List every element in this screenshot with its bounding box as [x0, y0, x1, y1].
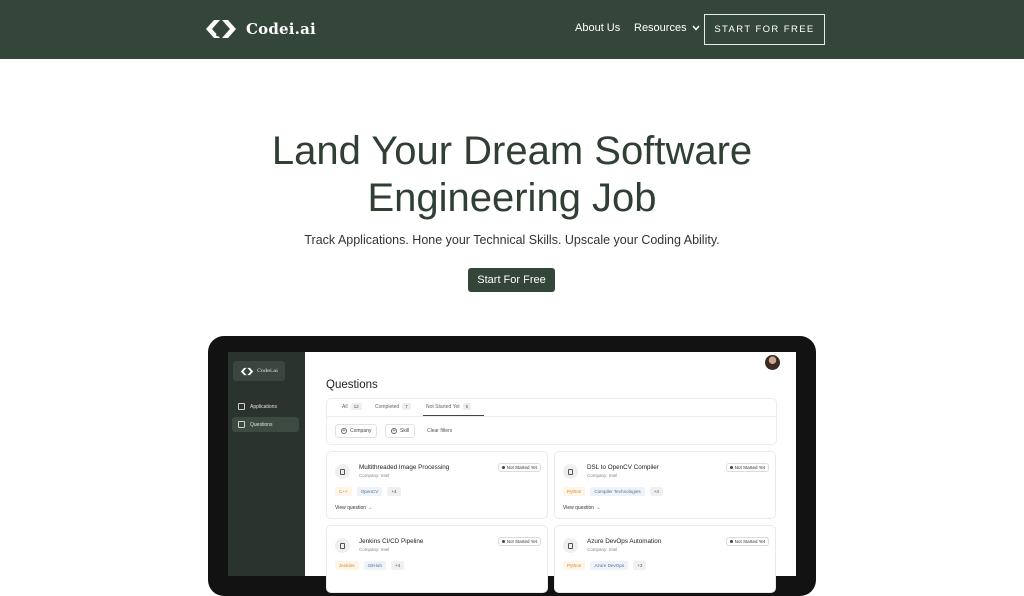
- tab-label: Completed: [375, 403, 400, 410]
- document-icon: [563, 538, 578, 553]
- brand-logo[interactable]: Codei.ai: [204, 18, 316, 40]
- question-card[interactable]: Multithreaded Image Processing Company: …: [326, 451, 548, 519]
- status-label: Not Started Yet: [506, 465, 537, 470]
- hero-title-line-2: Engineering Job: [367, 176, 657, 220]
- status-label: Not Started Yet: [506, 539, 537, 544]
- filter-label: Company: [350, 428, 372, 434]
- tag-more: +3: [633, 561, 647, 570]
- question-title: Multithreaded Image Processing: [359, 464, 450, 471]
- question-card[interactable]: DSL to OpenCV Compiler Company: Intel No…: [554, 451, 776, 519]
- skill-filter-button[interactable]: + Skill: [385, 424, 416, 438]
- status-label: Not Started Yet: [734, 539, 765, 544]
- question-title: Azure DevOps Automation: [587, 538, 662, 545]
- page-title: Questions: [326, 379, 378, 391]
- tag: Python: [563, 487, 586, 496]
- tab-label: All: [342, 403, 348, 410]
- skill-tags: Python Azure DevOps +3: [563, 561, 647, 570]
- nav-about-us-link[interactable]: About Us: [575, 22, 620, 34]
- plus-circle-icon: +: [391, 428, 397, 434]
- chevron-down-icon: [692, 25, 700, 31]
- tab-count-badge: 5: [462, 403, 472, 410]
- question-company: Company: Intel: [587, 547, 618, 552]
- skill-tags: C++ OpenCV +4: [335, 487, 401, 496]
- document-icon: [335, 538, 350, 553]
- status-badge: Not Started Yet: [497, 463, 541, 472]
- document-icon: [563, 464, 578, 479]
- nav-resources-label: Resources: [634, 22, 687, 34]
- company-filter-button[interactable]: + Company: [335, 424, 378, 438]
- plus-circle-icon: +: [341, 428, 347, 434]
- filter-label: Skill: [400, 428, 410, 434]
- status-badge: Not Started Yet: [725, 537, 769, 546]
- question-card[interactable]: Azure DevOps Automation Company: Intel N…: [554, 525, 776, 593]
- tab-completed[interactable]: Completed 7: [375, 403, 411, 410]
- nav-resources-dropdown[interactable]: Resources: [634, 22, 700, 34]
- tag-more: +4: [649, 487, 663, 496]
- questions-icon: [238, 421, 245, 428]
- sidebar-item-label: Applications: [250, 403, 277, 410]
- app-sidebar: [228, 352, 305, 576]
- hero-subtitle: Track Applications. Hone your Technical …: [304, 233, 720, 247]
- questions-filter-panel: All 12 Completed 7 Not Started Yet 5 + C…: [326, 398, 777, 445]
- tab-count-badge: 12: [350, 403, 362, 410]
- tabs-divider: [327, 416, 776, 417]
- status-dot-icon: [729, 540, 733, 543]
- status-dot-icon: [729, 466, 733, 469]
- applications-icon: [238, 403, 245, 410]
- tab-label: Not Started Yet: [426, 403, 460, 410]
- brand-name: Codei.ai: [246, 20, 316, 38]
- sidebar-item-questions[interactable]: Questions: [232, 417, 299, 432]
- start-for-free-hero-button[interactable]: Start For Free: [468, 268, 555, 292]
- start-for-free-nav-button[interactable]: START FOR FREE: [704, 14, 825, 45]
- view-question-link[interactable]: View question →: [563, 505, 600, 511]
- tag: C++: [335, 487, 352, 496]
- tag: Azure DevOps: [590, 561, 629, 570]
- question-company: Company: Intel: [587, 473, 618, 478]
- question-title: Jenkins CI/CD Pipeline: [359, 538, 424, 545]
- sidebar-item-applications[interactable]: Applications: [232, 399, 299, 414]
- status-dot-icon: [501, 466, 505, 469]
- tag: GitHub: [363, 561, 386, 570]
- tag: OpenCV: [356, 487, 383, 496]
- app-brand-logo: Codei.ai: [233, 361, 285, 381]
- status-label: Not Started Yet: [734, 465, 765, 470]
- status-dot-icon: [501, 540, 505, 543]
- question-company: Company: Intel: [359, 547, 390, 552]
- skill-tags: Jenkins GitHub +4: [335, 561, 405, 570]
- tab-not-started-yet[interactable]: Not Started Yet 5: [426, 403, 472, 410]
- top-nav: Codei.ai About Us Resources START FOR FR…: [0, 0, 1024, 59]
- tag: Jenkins: [335, 561, 359, 570]
- status-badge: Not Started Yet: [725, 463, 769, 472]
- status-badge: Not Started Yet: [497, 537, 541, 546]
- hero-title: Land Your Dream Software Engineering Job: [0, 128, 1024, 222]
- view-question-link[interactable]: View question →: [335, 505, 372, 511]
- tag-more: +4: [387, 487, 401, 496]
- hero-title-line-1: Land Your Dream Software: [271, 129, 753, 173]
- brand-mark-icon: [206, 20, 236, 38]
- skill-tags: Python Compiler Technologies +4: [563, 487, 663, 496]
- tab-all[interactable]: All 12: [342, 403, 362, 410]
- question-title: DSL to OpenCV Compiler: [587, 464, 659, 471]
- clear-filters-link[interactable]: Clear filters: [427, 428, 452, 434]
- sidebar-item-label: Questions: [250, 421, 273, 428]
- tag: Compiler Technologies: [590, 487, 645, 496]
- avatar[interactable]: [765, 355, 780, 370]
- question-company: Company: Intel: [359, 473, 390, 478]
- tag: Python: [563, 561, 586, 570]
- question-card[interactable]: Jenkins CI/CD Pipeline Company: Intel No…: [326, 525, 548, 593]
- document-icon: [335, 464, 350, 479]
- tab-count-badge: 7: [402, 403, 411, 410]
- app-brand-name: Codei.ai: [257, 368, 278, 374]
- tag-more: +4: [390, 561, 405, 570]
- app-brand-mark-icon: [240, 367, 254, 375]
- active-tab-indicator: [423, 415, 484, 416]
